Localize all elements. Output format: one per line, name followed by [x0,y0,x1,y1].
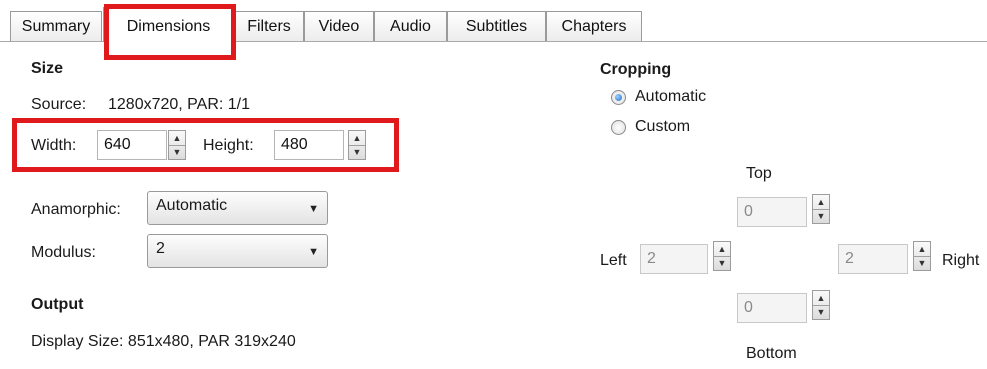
source-label: Source: [31,96,87,113]
height-spinner[interactable]: ▲ ▼ [348,130,366,160]
spin-down-icon[interactable]: ▼ [714,256,730,270]
tab-bar: Summary Dimensions Filters Video Audio S… [0,0,987,43]
crop-top-input[interactable]: 0 [737,197,807,227]
crop-bottom-spinner[interactable]: ▲ ▼ [812,290,830,320]
crop-right-label: Right [942,252,980,269]
tab-dimensions[interactable]: Dimensions [103,7,234,43]
spin-down-icon[interactable]: ▼ [813,305,829,319]
chevron-down-icon: ▼ [308,203,319,215]
tab-video[interactable]: Video [304,11,374,41]
crop-bottom-input[interactable]: 0 [737,293,807,323]
spin-down-icon[interactable]: ▼ [914,256,930,270]
crop-bottom-label: Bottom [746,345,797,362]
height-input[interactable]: 480 [274,130,344,160]
spin-up-icon[interactable]: ▲ [169,131,185,146]
display-size-text: Display Size: 851x480, PAR 319x240 [31,333,296,350]
tab-audio[interactable]: Audio [374,11,447,41]
spin-up-icon[interactable]: ▲ [349,131,365,146]
spin-up-icon[interactable]: ▲ [914,242,930,257]
anamorphic-value: Automatic [156,197,228,214]
anamorphic-label: Anamorphic: [31,201,121,218]
radio-custom[interactable] [611,120,626,135]
spin-down-icon[interactable]: ▼ [349,145,365,159]
radio-automatic-label[interactable]: Automatic [635,88,706,106]
size-heading: Size [31,60,64,77]
radio-custom-label[interactable]: Custom [635,118,690,136]
spin-up-icon[interactable]: ▲ [813,195,829,210]
crop-left-spinner[interactable]: ▲ ▼ [713,241,731,271]
radio-automatic[interactable] [611,90,626,105]
spin-up-icon[interactable]: ▲ [813,291,829,306]
tab-summary[interactable]: Summary [10,11,102,41]
crop-right-spinner[interactable]: ▲ ▼ [913,241,931,271]
crop-top-spinner[interactable]: ▲ ▼ [812,194,830,224]
width-spinner[interactable]: ▲ ▼ [168,130,186,160]
modulus-dropdown[interactable]: 2 ▼ [147,234,328,268]
crop-right-input[interactable]: 2 [838,244,908,274]
tab-subtitles[interactable]: Subtitles [447,11,546,41]
cropping-heading: Cropping [600,61,672,78]
crop-left-input[interactable]: 2 [640,244,708,274]
spin-down-icon[interactable]: ▼ [813,209,829,223]
modulus-label: Modulus: [31,244,96,261]
anamorphic-dropdown[interactable]: Automatic ▼ [147,191,328,225]
width-input[interactable]: 640 [97,130,167,160]
spin-up-icon[interactable]: ▲ [714,242,730,257]
tab-filters[interactable]: Filters [234,11,304,41]
spin-down-icon[interactable]: ▼ [169,145,185,159]
output-heading: Output [31,296,84,313]
crop-top-label: Top [746,165,772,182]
tab-chapters[interactable]: Chapters [546,11,642,41]
source-value: 1280x720, PAR: 1/1 [108,96,251,113]
chevron-down-icon: ▼ [308,246,319,258]
height-label: Height: [203,137,254,154]
crop-left-label: Left [600,252,627,269]
width-label: Width: [31,137,77,154]
modulus-value: 2 [156,240,165,257]
